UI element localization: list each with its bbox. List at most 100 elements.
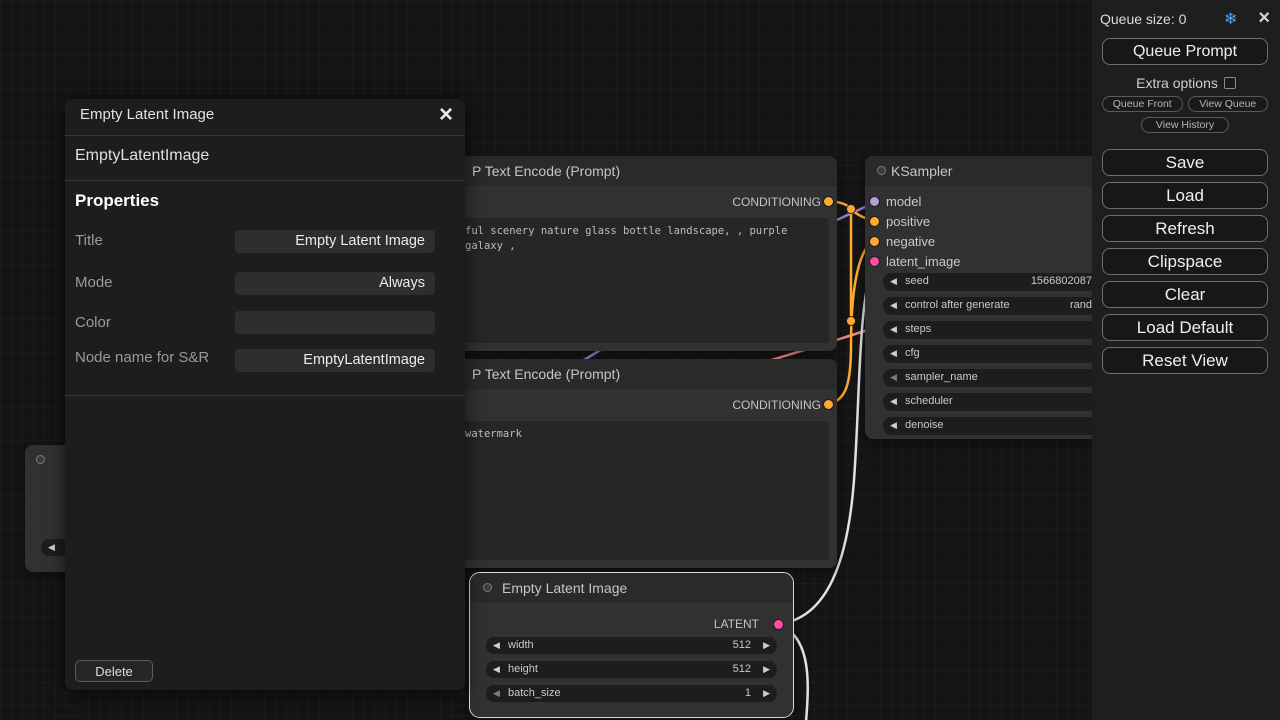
node-header[interactable]: Empty Latent Image xyxy=(470,573,793,603)
increment-arrow-icon[interactable]: ▶ xyxy=(763,687,770,700)
widget-name: steps xyxy=(905,323,931,335)
reset-view-button[interactable]: Reset View xyxy=(1102,347,1268,374)
queue-front-button[interactable]: Queue Front xyxy=(1102,96,1183,112)
negative-input-port[interactable] xyxy=(869,236,880,247)
node-title: Empty Latent Image xyxy=(502,580,627,596)
negative-input-label: negative xyxy=(886,234,935,249)
queue-prompt-button[interactable]: Queue Prompt xyxy=(1102,38,1268,65)
queue-actions-row: Queue Front View Queue xyxy=(1102,96,1268,112)
decrement-arrow-icon[interactable]: ◀ xyxy=(890,323,897,336)
load-default-button[interactable]: Load Default xyxy=(1102,314,1268,341)
node-name-field[interactable]: EmptyLatentImage xyxy=(235,349,435,372)
collapse-dot[interactable] xyxy=(877,166,886,175)
decrement-arrow-icon[interactable]: ◀ xyxy=(48,541,55,554)
reroute-dot[interactable] xyxy=(847,205,856,214)
conditioning-output-label: CONDITIONING xyxy=(732,195,821,209)
node-header[interactable]: P Text Encode (Prompt) xyxy=(415,156,837,186)
decrement-arrow-icon[interactable]: ◀ xyxy=(890,275,897,288)
decrement-arrow-icon[interactable]: ◀ xyxy=(890,395,897,408)
node-editor-canvas[interactable]: ◀ P Text Encode (Prompt) CONDITIONING fu… xyxy=(0,0,1280,720)
mode-select[interactable]: Always xyxy=(235,272,435,295)
comfyui-menu-panel: Queue size: 0 ❄ × Queue Prompt Extra opt… xyxy=(1092,0,1280,720)
widget-value: 512 xyxy=(733,639,751,651)
conditioning-output-port[interactable] xyxy=(823,196,834,207)
title-label: Title xyxy=(75,232,103,249)
load-button[interactable]: Load xyxy=(1102,182,1268,209)
widget-name: scheduler xyxy=(905,395,953,407)
conditioning-output-label: CONDITIONING xyxy=(732,398,821,412)
latent-image-input-port[interactable] xyxy=(869,256,880,267)
empty-latent-image-node[interactable]: Empty Latent Image LATENT ◀ width 512 ▶ … xyxy=(470,573,793,717)
node-title: P Text Encode (Prompt) xyxy=(472,163,620,179)
queue-size-label: Queue size: 0 xyxy=(1100,11,1186,27)
widget-value: 1 xyxy=(745,687,751,699)
extra-options-label: Extra options xyxy=(1136,75,1218,91)
prompt-text-widget[interactable]: watermark xyxy=(423,421,829,560)
decrement-arrow-icon[interactable]: ◀ xyxy=(890,371,897,384)
dialog-title: Empty Latent Image xyxy=(80,106,214,123)
widget-name: height xyxy=(508,663,538,675)
decrement-arrow-icon[interactable]: ◀ xyxy=(890,347,897,360)
decrement-arrow-icon[interactable]: ◀ xyxy=(890,299,897,312)
decrement-arrow-icon[interactable]: ◀ xyxy=(493,687,500,700)
mode-label: Mode xyxy=(75,274,113,291)
positive-input-label: positive xyxy=(886,214,930,229)
node-name-label: Node name for S&R xyxy=(75,349,209,366)
positive-input-port[interactable] xyxy=(869,216,880,227)
close-icon[interactable]: × xyxy=(1258,7,1270,30)
collapse-dot[interactable] xyxy=(483,583,492,592)
view-queue-button[interactable]: View Queue xyxy=(1188,96,1269,112)
widget-value: 1566802087 xyxy=(1031,275,1092,287)
increment-arrow-icon[interactable]: ▶ xyxy=(763,663,770,676)
width-widget[interactable]: ◀ width 512 ▶ xyxy=(486,637,777,654)
close-icon[interactable]: × xyxy=(439,100,453,130)
divider xyxy=(65,135,465,136)
extra-options-checkbox[interactable] xyxy=(1224,77,1236,89)
node-properties-dialog: Empty Latent Image × EmptyLatentImage Pr… xyxy=(65,99,465,690)
latent-output-port[interactable] xyxy=(773,619,784,630)
model-input-port[interactable] xyxy=(869,196,880,207)
clear-button[interactable]: Clear xyxy=(1102,281,1268,308)
widget-name: cfg xyxy=(905,347,920,359)
divider xyxy=(65,395,465,396)
title-field[interactable]: Empty Latent Image xyxy=(235,230,435,253)
menu-button-stack: Save Load Refresh Clipspace Clear Load D… xyxy=(1102,149,1268,374)
decrement-arrow-icon[interactable]: ◀ xyxy=(493,663,500,676)
color-label: Color xyxy=(75,314,111,331)
height-widget[interactable]: ◀ height 512 ▶ xyxy=(486,661,777,678)
widget-name: control after generate xyxy=(905,299,1010,311)
save-button[interactable]: Save xyxy=(1102,149,1268,176)
model-input-label: model xyxy=(886,194,921,209)
properties-heading: Properties xyxy=(75,191,159,211)
node-type-label: EmptyLatentImage xyxy=(75,147,209,165)
reroute-dot[interactable] xyxy=(847,317,856,326)
widget-name: denoise xyxy=(905,419,944,431)
node-title: P Text Encode (Prompt) xyxy=(472,366,620,382)
delete-button[interactable]: Delete xyxy=(75,660,153,682)
latent-output-label: LATENT xyxy=(714,617,759,631)
conditioning-output-port[interactable] xyxy=(823,399,834,410)
clip-text-encode-node-top[interactable]: P Text Encode (Prompt) CONDITIONING ful … xyxy=(415,156,837,351)
widget-name: sampler_name xyxy=(905,371,978,383)
decrement-arrow-icon[interactable]: ◀ xyxy=(890,419,897,432)
widget-name: width xyxy=(508,639,534,651)
collapse-dot[interactable] xyxy=(36,455,45,464)
refresh-button[interactable]: Refresh xyxy=(1102,215,1268,242)
clip-text-encode-node-bottom[interactable]: P Text Encode (Prompt) CONDITIONING wate… xyxy=(415,359,837,568)
divider xyxy=(65,180,465,181)
latent-image-input-label: latent_image xyxy=(886,254,960,269)
node-title: KSampler xyxy=(891,163,952,179)
widget-name: seed xyxy=(905,275,929,287)
snowflake-icon[interactable]: ❄ xyxy=(1224,9,1237,29)
prompt-text-widget[interactable]: ful scenery nature glass bottle landscap… xyxy=(423,218,829,343)
increment-arrow-icon[interactable]: ▶ xyxy=(763,639,770,652)
widget-value: 512 xyxy=(733,663,751,675)
extra-options-row: Extra options xyxy=(1092,75,1280,91)
color-field[interactable] xyxy=(235,311,435,334)
clipspace-button[interactable]: Clipspace xyxy=(1102,248,1268,275)
decrement-arrow-icon[interactable]: ◀ xyxy=(493,639,500,652)
widget-name: batch_size xyxy=(508,687,561,699)
view-history-button[interactable]: View History xyxy=(1141,117,1229,133)
node-header[interactable]: P Text Encode (Prompt) xyxy=(415,359,837,389)
batch-size-widget[interactable]: ◀ batch_size 1 ▶ xyxy=(486,685,777,702)
